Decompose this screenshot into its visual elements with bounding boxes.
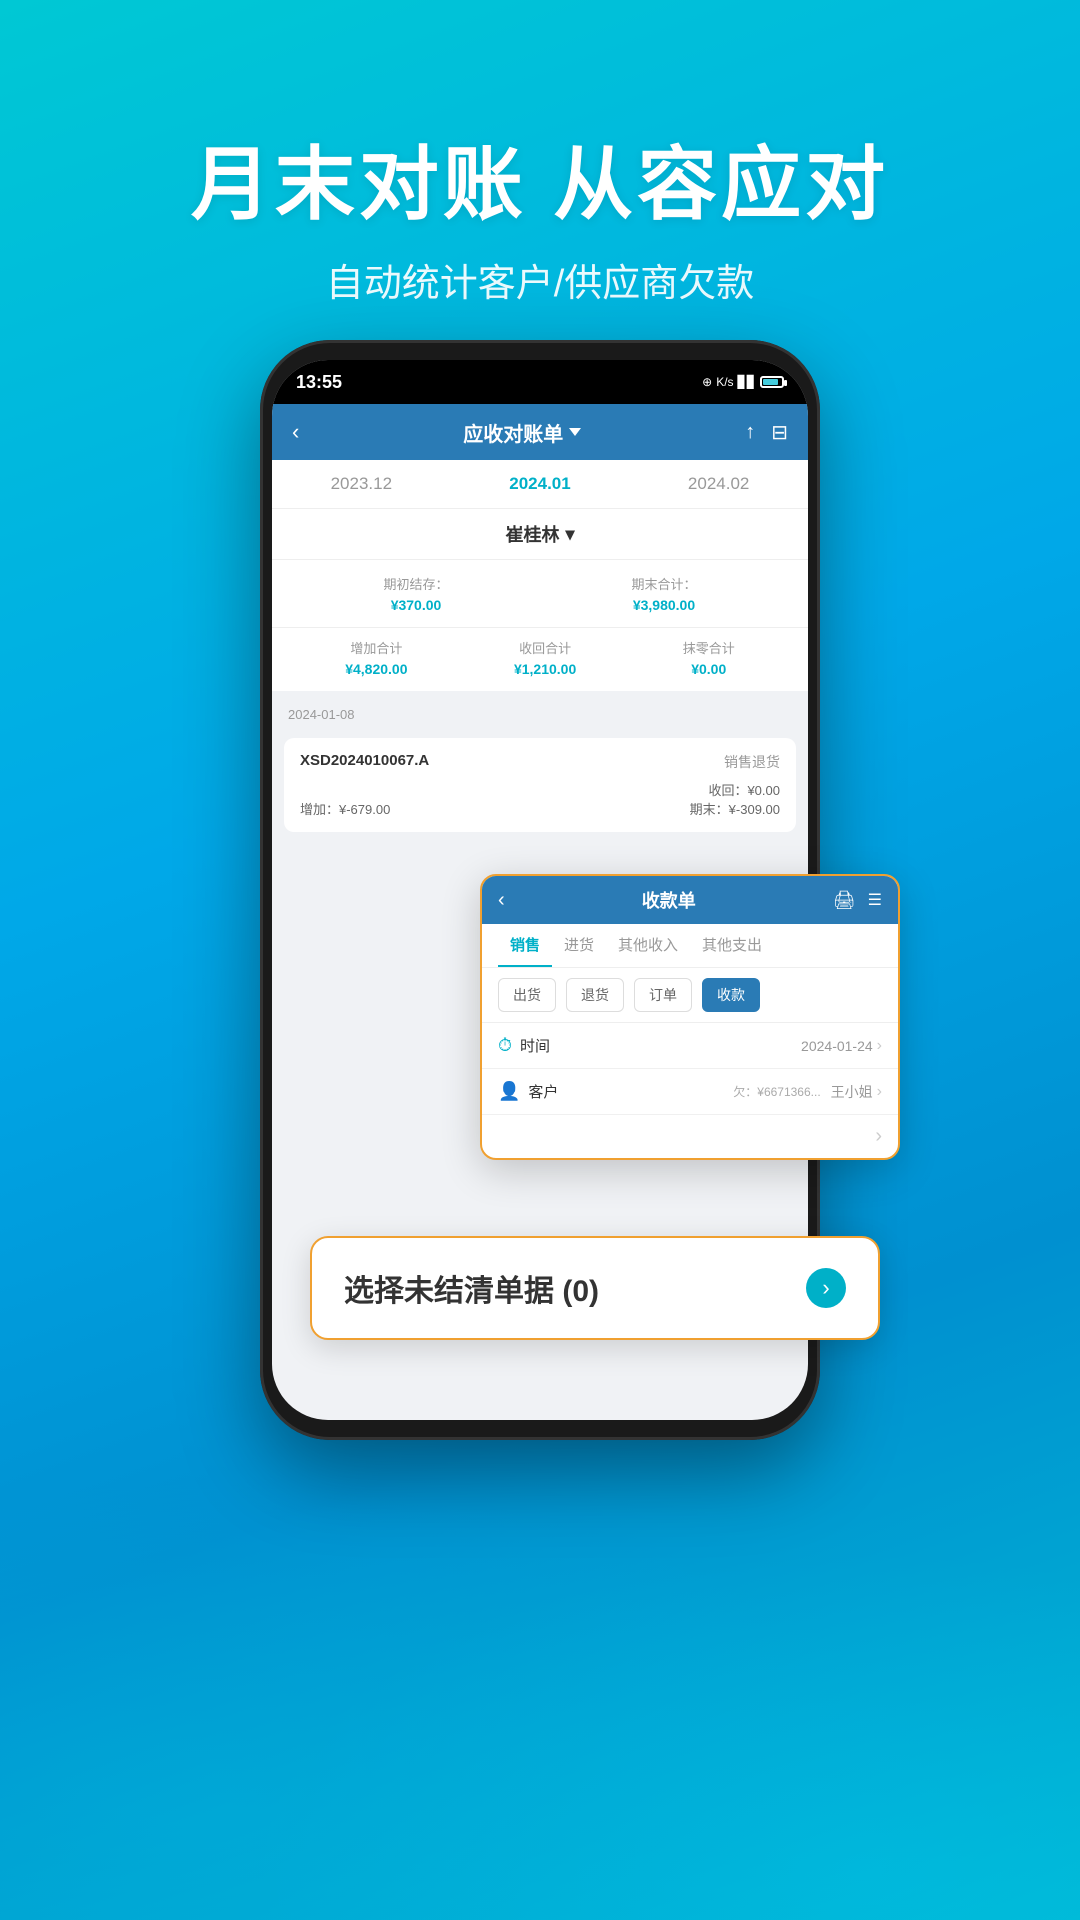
status-icons: ⊕ K/s ▊▊: [702, 375, 784, 389]
header-section: 月末对账 从容应对 自动统计客户/供应商欠款: [0, 120, 1080, 307]
share-icon[interactable]: ↑: [745, 421, 755, 444]
customer-name-text: 崔桂林: [505, 521, 559, 547]
app-title-text: 应收对账单: [463, 418, 563, 447]
background-wave: [0, 1420, 1080, 1920]
transaction-id: XSD2024010067.A: [300, 752, 429, 772]
date-separator-text: 2024-01-08: [288, 707, 355, 722]
customer-dropdown-icon: ▾: [565, 524, 574, 545]
transaction-card[interactable]: XSD2024010067.A 销售退货 增加：¥-679.00 收回：¥0.0…: [284, 738, 796, 832]
tab-sales[interactable]: 销售: [498, 924, 552, 967]
customer-header: 崔桂林 ▾: [272, 509, 808, 560]
user-icon: 👤: [498, 1081, 520, 1102]
transaction-header: XSD2024010067.A 销售退货: [300, 752, 780, 772]
transaction-type: 销售退货: [724, 752, 780, 772]
increase-total: 增加合计 ¥4,820.00: [345, 638, 407, 677]
time-label-text: 时间: [520, 1035, 550, 1056]
print-icon[interactable]: 🖨: [833, 890, 856, 911]
zero-out-total-label: 抹零合计: [683, 638, 735, 657]
title-dropdown-icon[interactable]: [569, 428, 581, 436]
time-value: 2024-01-24 ›: [801, 1037, 882, 1055]
battery-icon: [760, 376, 784, 388]
closing-total-value: ¥3,980.00: [631, 597, 696, 613]
opening-balance: 期初结存： ¥370.00: [383, 574, 448, 613]
payment-header-icons: 🖨 ☰: [833, 890, 882, 911]
customer-field-value: 欠：¥6671366... 王小姐 ›: [733, 1082, 882, 1102]
recover-total-value: ¥1,210.00: [514, 661, 576, 677]
customer-label: 👤 客户: [498, 1081, 558, 1102]
transaction-details: 增加：¥-679.00 收回：¥0.00 期末：¥-309.00: [300, 780, 780, 818]
select-docs-label: 选择未结清单据 (0): [344, 1266, 599, 1310]
bluetooth-icon: ⊕: [702, 375, 712, 389]
clock-icon: ⏱: [498, 1035, 512, 1056]
customer-debt-text: 欠：¥6671366...: [733, 1083, 820, 1100]
time-label: ⏱ 时间: [498, 1035, 550, 1056]
increase-total-value: ¥4,820.00: [345, 661, 407, 677]
app-title: 应收对账单: [463, 418, 581, 447]
zero-out-total-value: ¥0.00: [683, 661, 735, 677]
subtab-collect[interactable]: 收款: [702, 978, 760, 1012]
customer-contact-text: 王小姐: [831, 1082, 873, 1102]
increase-total-label: 增加合计: [345, 638, 407, 657]
main-title: 月末对账 从容应对: [0, 120, 1080, 236]
closing-total-label: 期末合计：: [631, 574, 696, 593]
list-icon[interactable]: ☰: [868, 890, 882, 911]
stats-row: 增加合计 ¥4,820.00 收回合计 ¥1,210.00 抹零合计 ¥0.00: [272, 628, 808, 699]
customer-chevron-icon: ›: [877, 1083, 882, 1101]
app-header: ‹ 应收对账单 ↑ ⊟: [272, 404, 808, 460]
payment-subtabs: 出货 退货 订单 收款: [482, 968, 898, 1023]
back-button[interactable]: ‹: [292, 419, 299, 445]
customer-field[interactable]: 👤 客户 欠：¥6671366... 王小姐 ›: [482, 1069, 898, 1115]
subtab-order[interactable]: 订单: [634, 978, 692, 1012]
date-tabs: 2023.12 2024.01 2024.02: [272, 460, 808, 509]
recover-total-label: 收回合计: [514, 638, 576, 657]
closing-total: 期末合计： ¥3,980.00: [631, 574, 696, 613]
opening-balance-label: 期初结存：: [383, 574, 448, 593]
signal-icon: ▊▊: [738, 375, 756, 389]
header-actions: ↑ ⊟: [745, 420, 788, 445]
select-docs-arrow-icon: ›: [806, 1268, 846, 1308]
phone-mockup: 13:55 ⊕ K/s ▊▊ ‹ 应收对账单 ↑: [260, 340, 820, 1440]
transaction-period-end: 期末：¥-309.00: [690, 799, 780, 818]
transaction-recover: 收回：¥0.00: [690, 780, 780, 799]
payment-header: ‹ 收款单 🖨 ☰: [482, 876, 898, 924]
more-row: ›: [482, 1115, 898, 1158]
time-field[interactable]: ⏱ 时间 2024-01-24 ›: [482, 1023, 898, 1069]
wifi-icon: K/s: [716, 375, 733, 389]
time-date-text: 2024-01-24: [801, 1038, 873, 1054]
tab-purchase[interactable]: 进货: [552, 924, 606, 967]
select-docs-card[interactable]: 选择未结清单据 (0) ›: [310, 1236, 880, 1340]
zero-out-total: 抹零合计 ¥0.00: [683, 638, 735, 677]
opening-balance-value: ¥370.00: [383, 597, 448, 613]
status-time: 13:55: [296, 372, 342, 393]
arrow-icon: ›: [822, 1275, 829, 1301]
tab-other-expense[interactable]: 其他支出: [690, 924, 774, 967]
sub-title: 自动统计客户/供应商欠款: [0, 252, 1080, 307]
subtab-delivery[interactable]: 出货: [498, 978, 556, 1012]
status-bar: 13:55 ⊕ K/s ▊▊: [272, 360, 808, 404]
date-tab-0[interactable]: 2023.12: [331, 474, 392, 494]
payment-title: 收款单: [642, 887, 696, 913]
date-tab-1[interactable]: 2024.01: [509, 474, 570, 494]
payment-back-button[interactable]: ‹: [498, 889, 505, 912]
transaction-amounts: 收回：¥0.00 期末：¥-309.00: [690, 780, 780, 818]
payment-tabs: 销售 进货 其他收入 其他支出: [482, 924, 898, 968]
summary-row: 期初结存： ¥370.00 期末合计： ¥3,980.00: [272, 560, 808, 628]
transaction-increase: 增加：¥-679.00: [300, 799, 390, 818]
filter-icon[interactable]: ⊟: [771, 420, 788, 445]
more-chevron-icon[interactable]: ›: [875, 1125, 882, 1148]
customer-name[interactable]: 崔桂林 ▾: [505, 521, 574, 547]
customer-field-label-text: 客户: [528, 1081, 558, 1102]
time-chevron-icon: ›: [877, 1037, 882, 1055]
date-tab-2[interactable]: 2024.02: [688, 474, 749, 494]
payment-overlay: ‹ 收款单 🖨 ☰ 销售 进货 其他收入 其他支出 出货 退货 订单 收款 ⏱ …: [480, 874, 900, 1160]
date-separator: 2024-01-08: [272, 699, 808, 730]
recover-total: 收回合计 ¥1,210.00: [514, 638, 576, 677]
tab-other-income[interactable]: 其他收入: [606, 924, 690, 967]
subtab-return[interactable]: 退货: [566, 978, 624, 1012]
